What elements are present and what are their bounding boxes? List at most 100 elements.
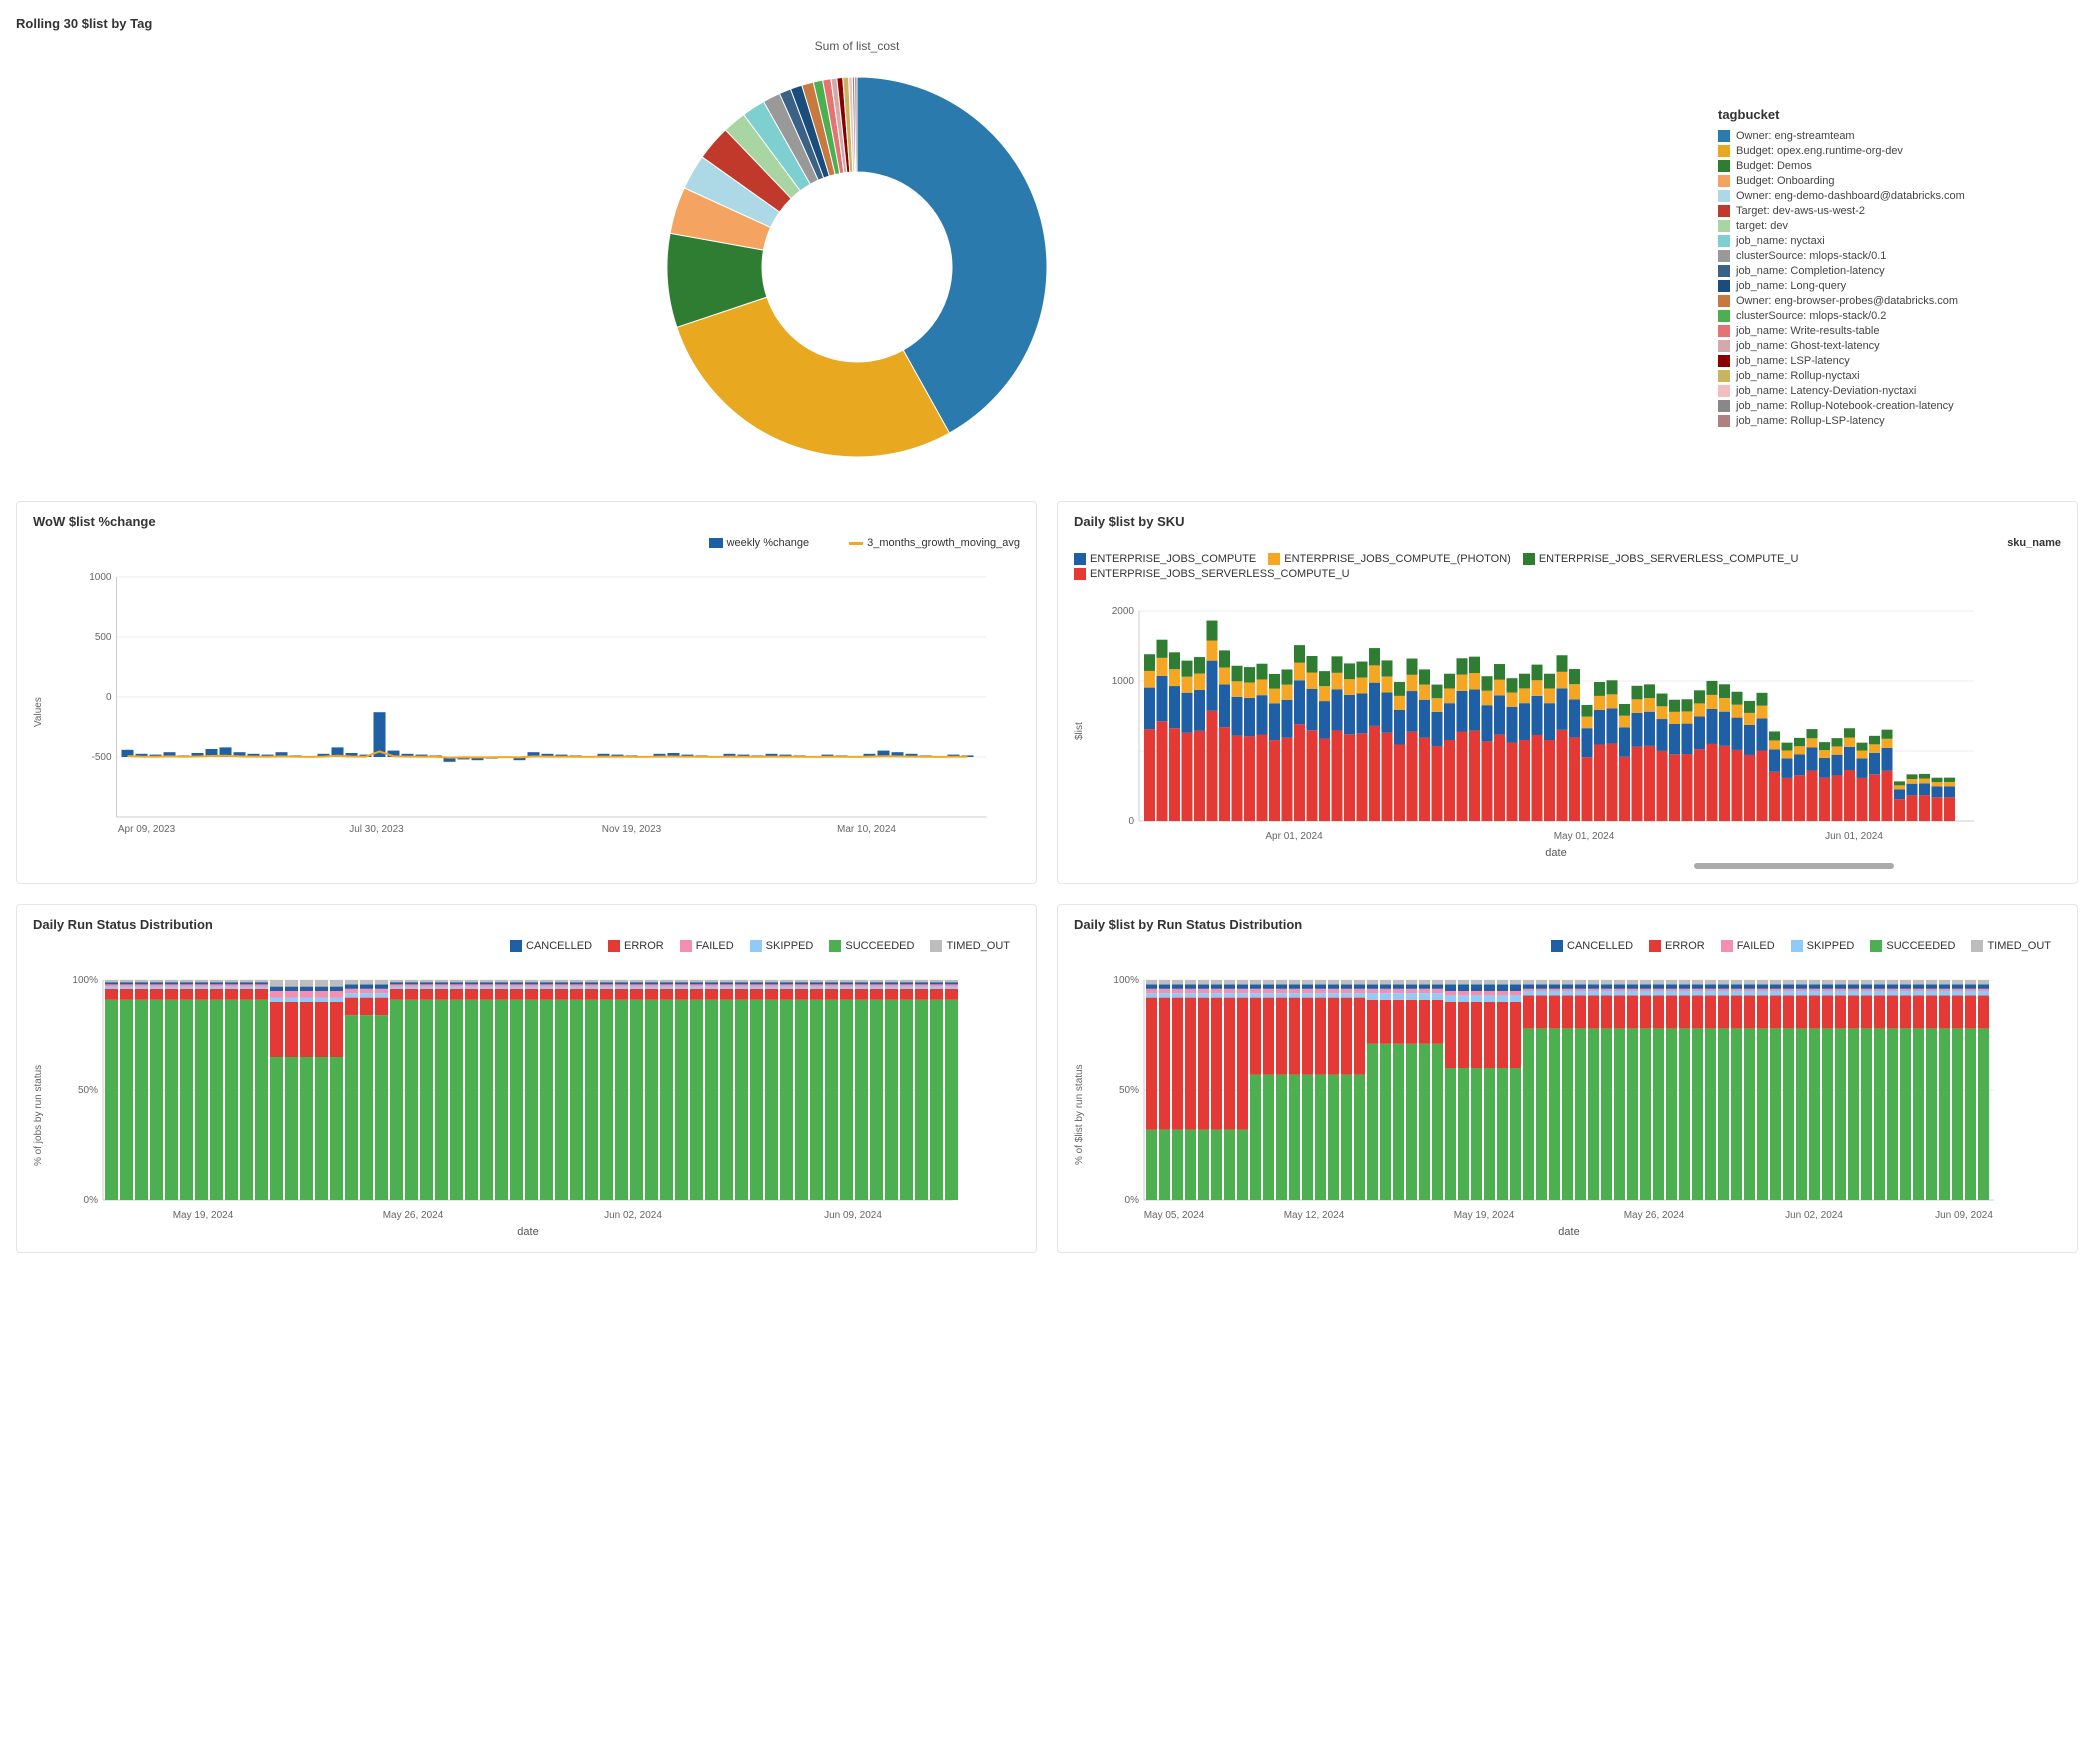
top-section: Rolling 30 $list by Tag Sum of list_cost… xyxy=(16,16,2078,477)
legend-item: job_name: Rollup-LSP-latency xyxy=(1718,415,2078,427)
svg-text:Mar 10, 2024: Mar 10, 2024 xyxy=(837,824,896,835)
legend-color xyxy=(1718,280,1730,292)
legend-color xyxy=(1718,340,1730,352)
svg-text:Apr 01, 2024: Apr 01, 2024 xyxy=(1265,831,1323,842)
legend-label: Target: dev-aws-us-west-2 xyxy=(1736,205,1865,217)
donut-legend-title: tagbucket xyxy=(1718,107,2078,122)
svg-text:May 19, 2024: May 19, 2024 xyxy=(173,1210,234,1221)
legend-item: job_name: nyctaxi xyxy=(1718,235,2078,247)
wow-legend-avg-label: 3_months_growth_moving_avg xyxy=(867,537,1020,549)
legend-label: Owner: eng-streamteam xyxy=(1736,130,1855,142)
status-legend-color xyxy=(1870,940,1882,952)
wow-panel: WoW $list %change weekly %change 3_month… xyxy=(16,501,1037,884)
svg-text:0: 0 xyxy=(1128,816,1134,827)
bottom-row: Daily Run Status Distribution CANCELLEDE… xyxy=(16,904,2078,1253)
list-run-status-title: Daily $list by Run Status Distribution xyxy=(1074,917,2061,932)
legend-item: job_name: Rollup-nyctaxi xyxy=(1718,370,2078,382)
legend-item: Budget: Demos xyxy=(1718,160,2078,172)
svg-text:May 26, 2024: May 26, 2024 xyxy=(1624,1210,1685,1221)
status-legend-item: SUCCEEDED xyxy=(829,940,914,952)
legend-label: clusterSource: mlops-stack/0.2 xyxy=(1736,310,1886,322)
donut-chart-title: Sum of list_cost xyxy=(815,39,900,53)
sku-legend-item: ENTERPRISE_JOBS_SERVERLESS_COMPUTE_U xyxy=(1074,568,1350,580)
sku-chart-svg: 2000 1000 0 Apr 01, 2024 May 01, 2024 Ju… xyxy=(1094,591,1994,871)
legend-color xyxy=(1718,400,1730,412)
donut-chart-container: Sum of list_cost xyxy=(16,39,1698,477)
status-legend-color xyxy=(1721,940,1733,952)
sku-legend: sku_name xyxy=(1074,537,2061,549)
status-legend-color xyxy=(1649,940,1661,952)
legend-item: job_name: Write-results-table xyxy=(1718,325,2078,337)
sku-title: Daily $list by SKU xyxy=(1074,514,2061,529)
wow-legend-weekly-label: weekly %change xyxy=(727,537,810,549)
wow-chart-svg: 1000 500 0 -500 Apr 09, 2023 Jul 30, 202… xyxy=(53,557,1020,837)
legend-label: job_name: Rollup-LSP-latency xyxy=(1736,415,1885,427)
sku-legend-title: sku_name xyxy=(2007,537,2061,549)
legend-color xyxy=(1718,175,1730,187)
top-section-title: Rolling 30 $list by Tag xyxy=(16,16,2078,31)
legend-label: target: dev xyxy=(1736,220,1788,232)
svg-text:May 05, 2024: May 05, 2024 xyxy=(1144,1210,1205,1221)
status-legend-item: ERROR xyxy=(608,940,664,952)
status-legend-color xyxy=(680,940,692,952)
svg-text:100%: 100% xyxy=(1113,975,1139,986)
run-status-legend: CANCELLEDERRORFAILEDSKIPPEDSUCCEEDEDTIME… xyxy=(33,940,1020,954)
sku-legend-color xyxy=(1268,553,1280,565)
legend-label: Owner: eng-browser-probes@databricks.com xyxy=(1736,295,1958,307)
legend-item: Owner: eng-demo-dashboard@databricks.com xyxy=(1718,190,2078,202)
legend-item: Budget: opex.eng.runtime-org-dev xyxy=(1718,145,2078,157)
legend-color xyxy=(1718,220,1730,232)
legend-item: target: dev xyxy=(1718,220,2078,232)
svg-text:May 01, 2024: May 01, 2024 xyxy=(1554,831,1615,842)
status-legend-item: FAILED xyxy=(680,940,734,952)
wow-chart-with-yaxis: Values 1000 500 0 -500 xyxy=(33,557,1020,837)
svg-text:-500: -500 xyxy=(91,752,111,763)
svg-text:Jun 02, 2024: Jun 02, 2024 xyxy=(604,1210,662,1221)
status-legend-item: TIMED_OUT xyxy=(930,940,1010,952)
legend-color xyxy=(1718,295,1730,307)
sku-legend-color xyxy=(1523,553,1535,565)
svg-text:May 12, 2024: May 12, 2024 xyxy=(1284,1210,1345,1221)
legend-label: job_name: LSP-latency xyxy=(1736,355,1850,367)
svg-text:Jul 30, 2023: Jul 30, 2023 xyxy=(349,824,404,835)
status-legend-item: SUCCEEDED xyxy=(1870,940,1955,952)
scrollbar[interactable] xyxy=(1694,863,1894,869)
donut-chart-svg xyxy=(607,57,1107,477)
svg-text:100%: 100% xyxy=(72,975,98,986)
svg-text:May 26, 2024: May 26, 2024 xyxy=(383,1210,444,1221)
legend-label: job_name: Write-results-table xyxy=(1736,325,1879,337)
legend-item: Owner: eng-browser-probes@databricks.com xyxy=(1718,295,2078,307)
svg-text:0%: 0% xyxy=(1125,1195,1140,1206)
sku-legend-color xyxy=(1074,568,1086,580)
sku-chart-inner: sku_name ENTERPRISE_JOBS_COMPUTEENTERPRI… xyxy=(1074,537,2061,871)
legend-color xyxy=(1718,250,1730,262)
sku-legend-item: ENTERPRISE_JOBS_COMPUTE_(PHOTON) xyxy=(1268,553,1511,565)
list-run-status-panel: Daily $list by Run Status Distribution C… xyxy=(1057,904,2078,1253)
list-run-status-y-label: % of $list by run status xyxy=(1074,960,1094,1240)
wow-legend-avg-color xyxy=(849,542,863,545)
svg-text:0%: 0% xyxy=(84,1195,99,1206)
legend-item: clusterSource: mlops-stack/0.1 xyxy=(1718,250,2078,262)
legend-label: job_name: Ghost-text-latency xyxy=(1736,340,1880,352)
list-run-status-legend: CANCELLEDERRORFAILEDSKIPPEDSUCCEEDEDTIME… xyxy=(1074,940,2061,954)
legend-label: job_name: Long-query xyxy=(1736,280,1846,292)
legend-color xyxy=(1718,415,1730,427)
status-legend-color xyxy=(750,940,762,952)
donut-legend: tagbucket Owner: eng-streamteam Budget: o… xyxy=(1698,107,2078,430)
legend-color xyxy=(1718,235,1730,247)
legend-item: job_name: Latency-Deviation-nyctaxi xyxy=(1718,385,2078,397)
status-legend-item: CANCELLED xyxy=(1551,940,1633,952)
status-legend-item: FAILED xyxy=(1721,940,1775,952)
status-legend-color xyxy=(1551,940,1563,952)
legend-item: clusterSource: mlops-stack/0.2 xyxy=(1718,310,2078,322)
svg-text:Jun 02, 2024: Jun 02, 2024 xyxy=(1785,1210,1843,1221)
svg-text:date: date xyxy=(1545,847,1566,859)
legend-label: Budget: Demos xyxy=(1736,160,1812,172)
wow-legend-weekly-color xyxy=(709,538,723,548)
run-status-title: Daily Run Status Distribution xyxy=(33,917,1020,932)
legend-color xyxy=(1718,130,1730,142)
sku-y-label: $list xyxy=(1074,591,1094,871)
legend-label: Owner: eng-demo-dashboard@databricks.com xyxy=(1736,190,1965,202)
legend-label: Budget: opex.eng.runtime-org-dev xyxy=(1736,145,1903,157)
status-legend-color xyxy=(1971,940,1983,952)
